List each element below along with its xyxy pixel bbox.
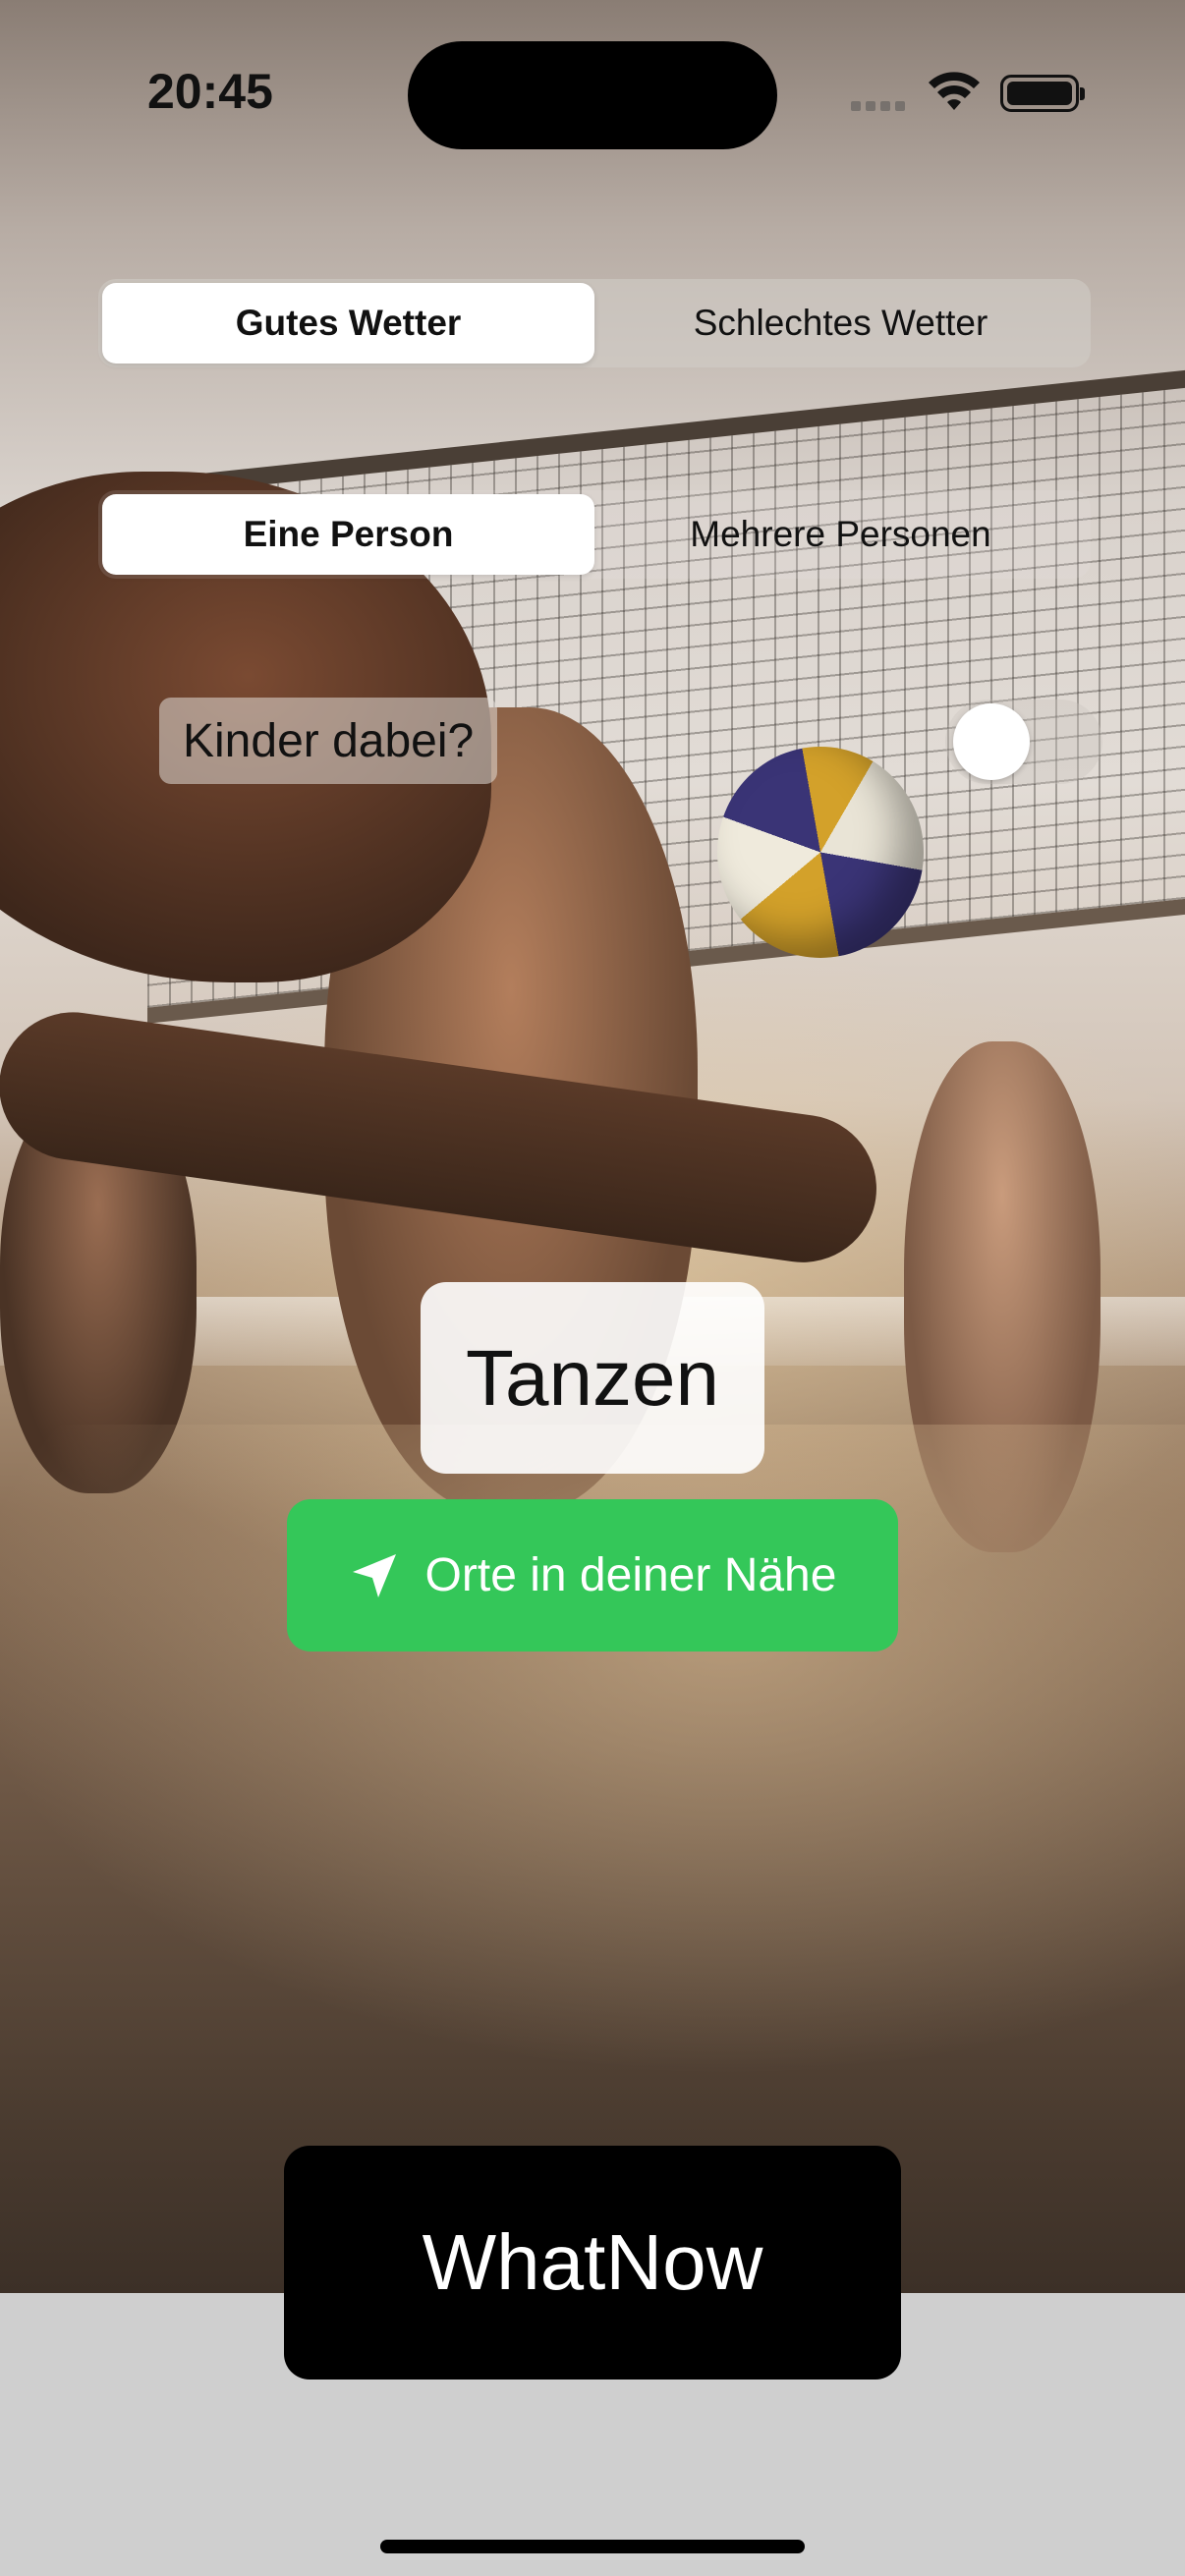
segment-one-person[interactable]: Eine Person — [102, 494, 594, 575]
nearby-places-label: Orte in deiner Nähe — [424, 1549, 837, 1601]
home-indicator — [380, 2540, 805, 2553]
activity-suggestion: Tanzen — [421, 1282, 764, 1474]
whatnow-label: WhatNow — [422, 2218, 763, 2306]
segment-bad-weather[interactable]: Schlechtes Wetter — [594, 283, 1087, 364]
weather-segmented-control: Gutes Wetter Schlechtes Wetter — [98, 279, 1091, 367]
persons-segmented-control: Eine Person Mehrere Personen — [98, 490, 1091, 579]
kids-toggle[interactable] — [945, 700, 1102, 784]
battery-icon — [1000, 75, 1085, 112]
activity-label: Tanzen — [466, 1333, 719, 1422]
wifi-icon — [929, 72, 980, 110]
location-arrow-icon — [352, 1553, 396, 1597]
cellular-signal-icon — [851, 101, 908, 113]
toggle-knob — [953, 703, 1030, 780]
whatnow-button[interactable]: WhatNow — [284, 2146, 901, 2380]
kids-label: Kinder dabei? — [159, 698, 498, 784]
segment-multiple-persons[interactable]: Mehrere Personen — [594, 494, 1087, 575]
nearby-places-button[interactable]: Orte in deiner Nähe — [287, 1499, 898, 1652]
segment-good-weather[interactable]: Gutes Wetter — [102, 283, 594, 364]
dynamic-island — [408, 41, 777, 149]
status-time: 20:45 — [147, 64, 273, 119]
volleyball — [717, 747, 924, 958]
